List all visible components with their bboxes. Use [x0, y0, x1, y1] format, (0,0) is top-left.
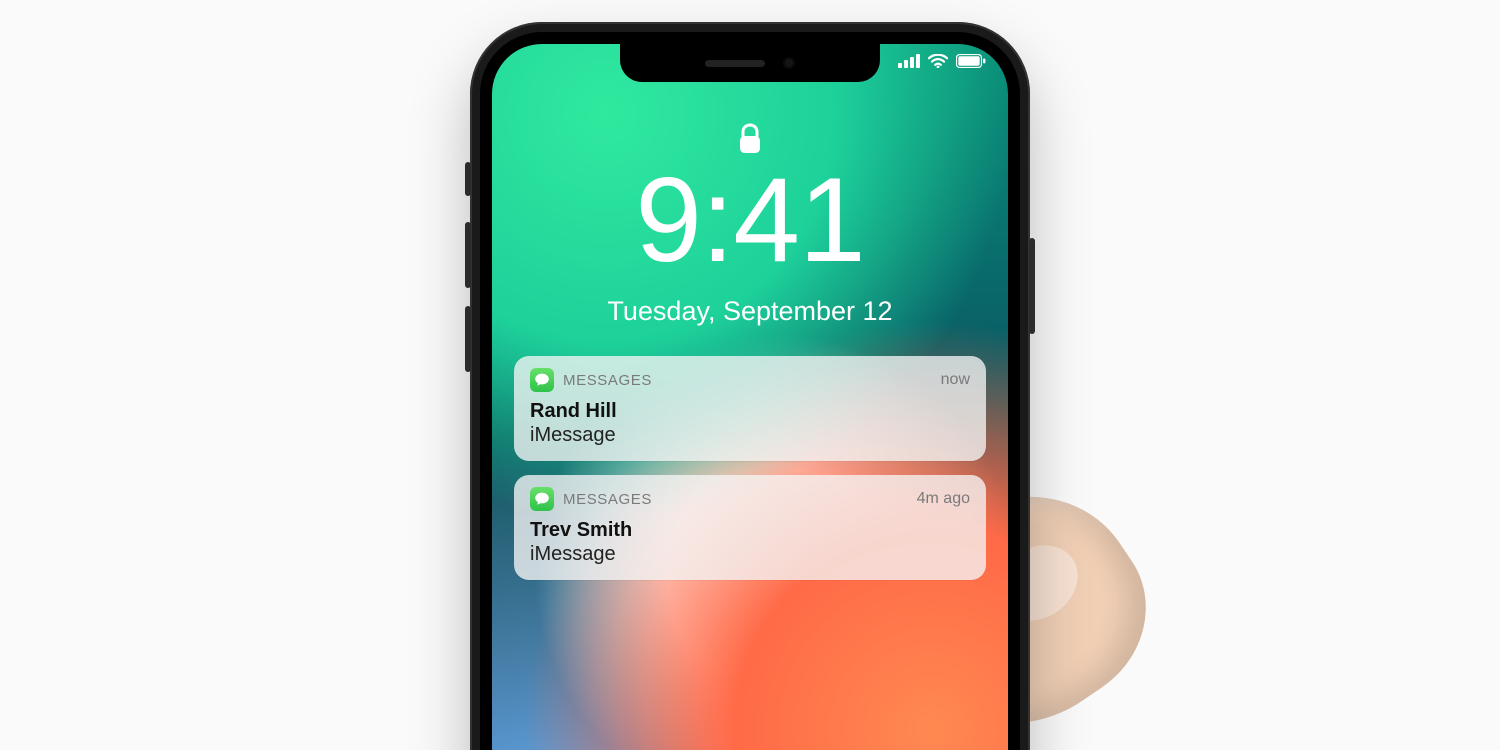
- mute-switch: [465, 162, 471, 196]
- notification-sender: Rand Hill: [530, 400, 970, 423]
- lock-screen-time: 9:41: [492, 160, 1008, 280]
- display-notch: [620, 44, 880, 82]
- notification-app-name: MESSAGES: [563, 372, 652, 389]
- notification-list: MESSAGES now Rand Hill iMessage MESSAGES…: [514, 356, 986, 580]
- volume-up-button: [465, 222, 471, 288]
- lock-screen-date: Tuesday, September 12: [492, 296, 1008, 327]
- notification-timestamp: 4m ago: [917, 490, 970, 508]
- earpiece-speaker: [705, 60, 765, 67]
- status-bar: [898, 54, 986, 68]
- battery-icon: [956, 54, 986, 68]
- product-photo: 9:41 Tuesday, September 12 MESSAGES now …: [0, 0, 1500, 750]
- notification-preview: iMessage: [530, 424, 970, 447]
- notification-sender: Trev Smith: [530, 519, 970, 542]
- notification-preview: iMessage: [530, 543, 970, 566]
- side-button: [1029, 238, 1035, 334]
- notification-app-name: MESSAGES: [563, 491, 652, 508]
- messages-app-icon: [530, 487, 554, 511]
- front-camera: [783, 57, 795, 69]
- messages-app-icon: [530, 368, 554, 392]
- cellular-signal-icon: [898, 54, 920, 68]
- lock-screen[interactable]: 9:41 Tuesday, September 12 MESSAGES now …: [492, 44, 1008, 750]
- notification-card[interactable]: MESSAGES 4m ago Trev Smith iMessage: [514, 475, 986, 580]
- notification-card[interactable]: MESSAGES now Rand Hill iMessage: [514, 356, 986, 461]
- volume-down-button: [465, 306, 471, 372]
- wifi-icon: [928, 54, 948, 68]
- notification-timestamp: now: [941, 371, 970, 389]
- iphone-body: 9:41 Tuesday, September 12 MESSAGES now …: [470, 22, 1030, 750]
